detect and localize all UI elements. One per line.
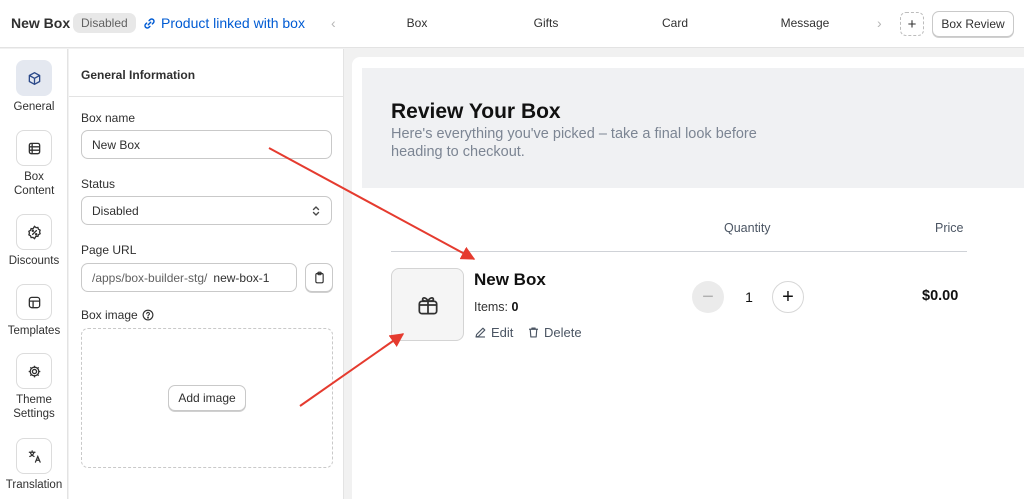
- select-chevron-icon: [312, 206, 320, 216]
- status-label: Status: [81, 177, 116, 191]
- sidebar-item-label: Discounts: [8, 255, 60, 267]
- item-count: Items: 0: [474, 300, 518, 314]
- tab-gifts[interactable]: Gifts: [486, 16, 606, 30]
- items-label: Items:: [474, 300, 509, 314]
- plus-icon: +: [907, 15, 917, 33]
- box-name-input[interactable]: New Box: [81, 130, 332, 159]
- clipboard-icon: [314, 271, 324, 284]
- top-bar: New Box Disabled Product linked with box…: [0, 0, 1024, 48]
- help-icon[interactable]: [142, 309, 154, 321]
- sidebar-item-theme-settings[interactable]: Theme Settings: [0, 353, 68, 421]
- sidebar-item-discounts[interactable]: Discounts: [0, 214, 68, 268]
- page-url-prefix: /apps/box-builder-stg/: [92, 270, 208, 285]
- table-divider: [391, 251, 967, 252]
- items-count-value: 0: [511, 300, 519, 314]
- sidebar-icon-box: [16, 214, 52, 250]
- pencil-icon: [475, 327, 486, 338]
- tab-box[interactable]: Box: [357, 16, 477, 30]
- sidebar-icon-box: [16, 438, 52, 474]
- delete-label: Delete: [544, 325, 582, 340]
- sidebar-item-label: Theme Settings: [13, 394, 55, 420]
- layout-icon: [28, 296, 40, 308]
- sidebar-icon-box: [16, 60, 52, 96]
- status-select[interactable]: Disabled: [81, 196, 332, 225]
- sidebar-item-label: Box Content: [14, 171, 55, 197]
- sidebar: General Box Content Discounts Templates: [0, 49, 68, 499]
- sidebar-item-box-content[interactable]: Box Content: [0, 130, 68, 198]
- add-tab-button[interactable]: +: [900, 12, 924, 36]
- decrease-quantity-button[interactable]: −: [692, 281, 724, 313]
- item-name: New Box: [474, 270, 546, 289]
- edit-label: Edit: [491, 325, 514, 340]
- general-information-panel: General Information Box name New Box Sta…: [69, 49, 344, 499]
- tab-message[interactable]: Message: [745, 16, 865, 30]
- sidebar-item-label: General: [13, 101, 55, 113]
- page-url-label: Page URL: [81, 243, 137, 257]
- sidebar-icon-box: [16, 353, 52, 389]
- delete-button[interactable]: Delete: [527, 325, 582, 340]
- page-url-value: new-box-1: [213, 270, 270, 285]
- item-price: $0.00: [922, 288, 959, 304]
- sidebar-icon-box: [16, 284, 52, 320]
- discount-icon: [27, 224, 41, 240]
- status-badge: Disabled: [73, 13, 136, 33]
- review-banner: Review Your Box Here's everything you've…: [362, 68, 1024, 188]
- edit-button[interactable]: Edit: [474, 325, 513, 340]
- list-icon: [28, 142, 40, 154]
- sidebar-item-translation[interactable]: Translation: [0, 438, 68, 492]
- sidebar-item-label: Translation: [5, 479, 63, 491]
- page-url-input[interactable]: /apps/box-builder-stg/ new-box-1: [81, 263, 297, 292]
- sidebar-item-templates[interactable]: Templates: [0, 284, 68, 338]
- review-title: Review Your Box: [391, 100, 561, 123]
- status-select-value: Disabled: [92, 203, 139, 218]
- cube-icon: [28, 71, 40, 85]
- box-name-label: Box name: [81, 111, 136, 125]
- page-title: New Box: [11, 15, 71, 31]
- increase-quantity-button[interactable]: +: [772, 281, 804, 313]
- sidebar-icon-box: [16, 130, 52, 166]
- product-link-label: Product linked with box: [161, 15, 305, 31]
- add-image-button[interactable]: Add image: [168, 385, 246, 411]
- box-review-button[interactable]: Box Review: [932, 11, 1014, 37]
- tabs-next-arrow[interactable]: ›: [877, 15, 882, 31]
- trash-icon: [529, 327, 538, 338]
- gear-icon: [28, 365, 40, 377]
- link-icon: [144, 17, 155, 29]
- sidebar-item-label: Templates: [7, 325, 61, 337]
- box-thumbnail: [391, 268, 464, 341]
- sidebar-item-general[interactable]: General: [0, 60, 68, 114]
- box-image-label-text: Box image: [81, 308, 138, 322]
- review-subtitle: Here's everything you've picked – take a…: [391, 126, 757, 160]
- gift-icon: [417, 296, 438, 315]
- box-name-value: New Box: [92, 137, 141, 152]
- tab-card[interactable]: Card: [615, 16, 735, 30]
- tabs-prev-arrow[interactable]: ‹: [331, 15, 336, 31]
- panel-title: General Information: [69, 49, 344, 97]
- box-image-label: Box image: [81, 308, 154, 322]
- quantity-value: 1: [745, 289, 753, 305]
- price-column-header: Price: [935, 221, 964, 235]
- copy-url-button[interactable]: [305, 263, 333, 292]
- product-link[interactable]: Product linked with box: [143, 15, 305, 31]
- quantity-column-header: Quantity: [724, 221, 771, 235]
- translate-icon: [28, 449, 41, 463]
- box-image-dropzone[interactable]: Add image: [81, 328, 333, 468]
